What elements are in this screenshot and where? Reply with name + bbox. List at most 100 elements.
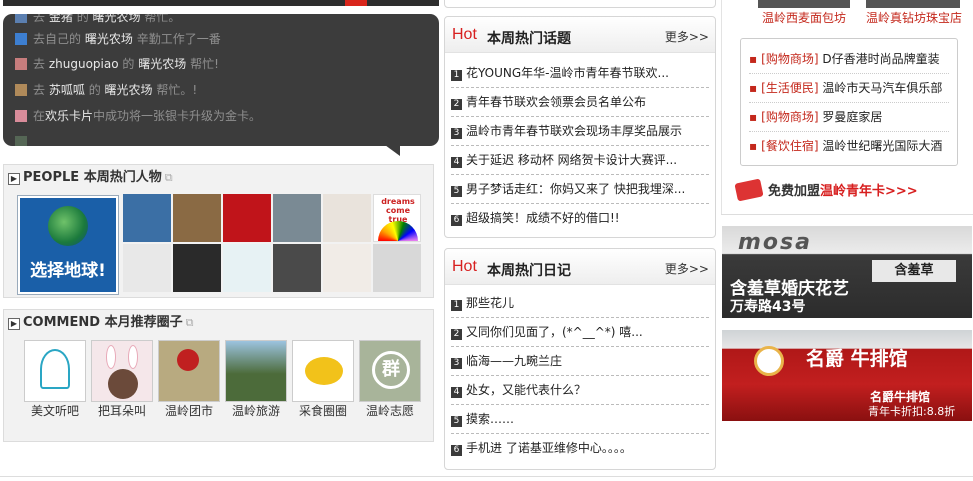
- user-avatar-icon[interactable]: [15, 14, 27, 23]
- footer-divider: [0, 476, 973, 477]
- number-badge: 2: [451, 99, 462, 110]
- list-item[interactable]: 4 关于延迟 移动杯 网络贺卡设计大赛评...: [451, 146, 709, 175]
- list-item[interactable]: 5 男子梦话走红：你妈又来了 快把我埋深...: [451, 175, 709, 204]
- activity-feed: 去 金猪 的 曙光农场 帮忙。 去自己的 曙光农场 辛勤工作了一番 去 zhug…: [3, 14, 439, 146]
- more-link[interactable]: 更多>>: [665, 260, 709, 277]
- person-avatar[interactable]: [173, 244, 221, 292]
- circle-thumbnail[interactable]: [91, 340, 153, 402]
- steakhouse-ad[interactable]: 名爵 牛排馆 名爵牛排馆 青年卡折扣:8.8折: [722, 330, 972, 421]
- food-icon: [305, 357, 343, 385]
- list-item[interactable]: 4 处女，又能代表什么？: [451, 376, 709, 405]
- right-divider: [721, 214, 973, 215]
- feed-place-link[interactable]: 曙光农场: [93, 14, 141, 24]
- list-item[interactable]: 3 临海——九畹兰庄: [451, 347, 709, 376]
- globe-label: 选择地球!: [30, 261, 106, 281]
- number-badge: 2: [451, 329, 462, 340]
- person-avatar[interactable]: [373, 244, 421, 292]
- rainbow-icon: [378, 221, 418, 241]
- person-avatar[interactable]: [323, 194, 371, 242]
- user-avatar-icon[interactable]: [15, 110, 27, 122]
- circle-thumbnail[interactable]: [225, 340, 287, 402]
- person-avatar[interactable]: [223, 244, 271, 292]
- dreams-label: dreams come true: [381, 197, 415, 224]
- feed-item-cut: [15, 133, 33, 146]
- hot-topics-header: Hot 本周热门话题 更多>>: [445, 17, 715, 53]
- hot-diary-header: Hot 本周热门日记 更多>>: [445, 249, 715, 285]
- hot-topics-title: 本周热门话题: [487, 31, 571, 47]
- shop-link[interactable]: 温岭真钻坊珠宝店: [866, 9, 962, 26]
- list-item[interactable]: 1 那些花儿: [451, 289, 709, 318]
- shop-link[interactable]: 温岭西麦面包坊: [762, 9, 846, 26]
- list-item[interactable]: 5 摸索……: [451, 405, 709, 434]
- list-item[interactable]: 3 温岭市青年春节联欢会现场丰厚奖品展示: [451, 117, 709, 146]
- feed-place-link[interactable]: 曙光农场: [138, 57, 186, 71]
- feed-item: 去 zhuguopiao 的 曙光农场 帮忙!: [15, 55, 219, 73]
- person-avatar[interactable]: dreams come true: [373, 194, 421, 242]
- group-seal-icon: 群: [372, 351, 410, 389]
- circle-thumbnail[interactable]: 群: [359, 340, 421, 402]
- hot-diary-title: 本周热门日记: [487, 263, 571, 279]
- feed-user-link[interactable]: 苏呱呱: [49, 83, 85, 97]
- user-avatar-icon[interactable]: [15, 33, 27, 45]
- person-avatar[interactable]: [323, 244, 371, 292]
- circle-label[interactable]: 温岭志愿: [355, 402, 425, 419]
- shop-thumbnail[interactable]: [758, 0, 850, 8]
- list-item[interactable]: 1 花YOUNG年华-温岭市青年春节联欢...: [451, 59, 709, 88]
- number-badge: 4: [451, 387, 462, 398]
- person-avatar[interactable]: [273, 244, 321, 292]
- user-avatar-icon[interactable]: [15, 84, 27, 96]
- feed-item: 去 苏呱呱 的 曙光农场 帮忙。!: [15, 81, 197, 99]
- feed-user-link[interactable]: zhuguopiao: [49, 57, 119, 71]
- number-badge: 5: [451, 416, 462, 427]
- number-badge: 6: [451, 215, 462, 226]
- person-avatar[interactable]: [173, 194, 221, 242]
- circle-label[interactable]: 美文听吧: [20, 402, 90, 419]
- list-item[interactable]: 6 手机进 了诺基亚维修中心。。。。: [451, 434, 709, 463]
- merchant-item[interactable]: ▪ [生活便民] 温岭市天马汽车俱乐部: [749, 74, 949, 103]
- list-item[interactable]: 6 超级搞笑！成绩不好的借口!!: [451, 204, 709, 233]
- merchant-item[interactable]: ▪ [餐饮住宿] 温岭世纪曙光国际大酒: [749, 132, 949, 161]
- circle-label[interactable]: 把耳朵叫: [87, 402, 157, 419]
- feed-item: 去 金猪 的 曙光农场 帮忙。: [15, 14, 180, 26]
- girl-icon: [108, 369, 138, 399]
- person-avatar[interactable]: [223, 194, 271, 242]
- person-avatar[interactable]: [273, 194, 321, 242]
- number-badge: 3: [451, 128, 462, 139]
- user-avatar-icon: [15, 136, 27, 146]
- number-badge: 5: [451, 186, 462, 197]
- person-avatar[interactable]: [123, 194, 171, 242]
- join-youth-card-link[interactable]: 免费加盟温岭青年卡>>>: [734, 178, 918, 204]
- circle-label[interactable]: 采食圈圈: [288, 402, 358, 419]
- feed-item: 去自己的 曙光农场 辛勤工作了一番: [15, 30, 221, 48]
- circle-label[interactable]: 温岭团市: [154, 402, 224, 419]
- list-item[interactable]: 2 青年春节联欢会领票会员名单公布: [451, 88, 709, 117]
- card-icon: [734, 178, 764, 202]
- feed-user-link[interactable]: 金猪: [49, 14, 73, 24]
- choose-earth-banner[interactable]: 选择地球!: [17, 195, 119, 295]
- hot-diary-box: Hot 本周热门日记 更多>> 1 那些花儿 2 又同你们见面了，(*^__^*) …: [444, 248, 716, 470]
- merchant-item[interactable]: ▪ [购物商场] 罗曼庭家居: [749, 103, 949, 132]
- more-link[interactable]: 更多>>: [665, 28, 709, 45]
- user-avatar-icon[interactable]: [15, 58, 27, 70]
- external-link-icon[interactable]: ⧉: [165, 171, 173, 184]
- feed-place-link[interactable]: 曙光农场: [85, 32, 133, 46]
- circle-thumbnail[interactable]: [158, 340, 220, 402]
- circle-thumbnail[interactable]: [24, 340, 86, 402]
- ad-sign: 名爵 牛排馆: [806, 348, 908, 370]
- previous-box-edge: [444, 0, 716, 8]
- shop-thumbnail[interactable]: [866, 0, 960, 8]
- feed-place-link[interactable]: 欢乐卡片: [45, 109, 93, 123]
- circle-thumbnail[interactable]: [292, 340, 354, 402]
- wedding-flowers-ad[interactable]: mosa 含羞草 含羞草婚庆花艺 万寿路43号: [722, 226, 972, 318]
- ad-sign-graphic: mosa: [738, 230, 812, 255]
- merchant-item[interactable]: ▪ [购物商场] D仔香港时尚品牌童装: [749, 45, 949, 74]
- arrow-right-icon: ▶: [8, 318, 20, 330]
- person-avatar[interactable]: [123, 244, 171, 292]
- list-item[interactable]: 2 又同你们见面了，(*^__^*) 嘻...: [451, 318, 709, 347]
- feed-place-link[interactable]: 曙光农场: [105, 83, 153, 97]
- restaurant-logo-icon: [754, 346, 784, 376]
- external-link-icon[interactable]: ⧉: [186, 316, 194, 329]
- bunny-ear-icon: [106, 345, 116, 369]
- merchant-list: ▪ [购物商场] D仔香港时尚品牌童装 ▪ [生活便民] 温岭市天马汽车俱乐部 ▪[…: [740, 38, 958, 166]
- circle-label[interactable]: 温岭旅游: [221, 402, 291, 419]
